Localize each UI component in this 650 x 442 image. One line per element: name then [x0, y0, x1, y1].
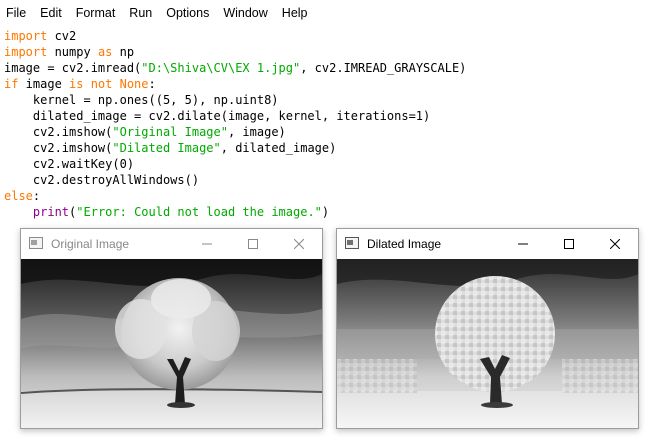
menu-edit[interactable]: Edit [34, 6, 70, 20]
close-button[interactable] [276, 229, 322, 259]
code-line: image = cv2.imread("D:\Shiva\CV\EX 1.jpg… [4, 61, 466, 75]
string-literal: "Error: Could not load the image." [76, 205, 322, 219]
tree-photo-original [21, 259, 322, 428]
menu-run[interactable]: Run [123, 6, 160, 20]
keyword: is not None [69, 77, 149, 91]
menu-format[interactable]: Format [70, 6, 124, 20]
image-display [21, 259, 322, 428]
image-display [337, 259, 638, 428]
code-line: if image is not None: [4, 77, 156, 91]
dilated-image-window[interactable]: Dilated Image [336, 228, 639, 429]
code-fragment: , cv2.IMREAD_GRAYSCALE) [300, 61, 467, 75]
code-fragment: image [18, 77, 70, 91]
tree-photo-dilated [337, 259, 638, 428]
code-line: import cv2 [4, 29, 76, 43]
string-literal: "D:\Shiva\CV\EX 1.jpg" [141, 61, 301, 75]
keyword: import [4, 29, 48, 43]
maximize-button[interactable] [230, 229, 276, 259]
code-line: import numpy as np [4, 45, 134, 59]
code-line: cv2.waitKey(0) [4, 157, 135, 171]
code-fragment: cv2 [47, 29, 77, 43]
code-fragment: , image) [227, 125, 286, 139]
code-line: cv2.imshow("Original Image", image) [4, 125, 286, 139]
maximize-icon [248, 239, 258, 249]
code-line: cv2.destroyAllWindows() [4, 173, 200, 187]
close-button[interactable] [592, 229, 638, 259]
string-literal: "Dilated Image" [112, 141, 221, 155]
keyword: import [4, 45, 48, 59]
window-app-icon [29, 237, 43, 249]
code-fragment: numpy [47, 45, 98, 59]
code-line: print("Error: Could not load the image."… [4, 205, 329, 219]
code-line: cv2.imshow("Dilated Image", dilated_imag… [4, 141, 336, 155]
keyword: if [4, 77, 19, 91]
window-app-icon [345, 237, 359, 249]
menu-window[interactable]: Window [217, 6, 275, 20]
code-fragment: cv2.imshow( [4, 125, 113, 139]
window-title: Dilated Image [367, 237, 442, 251]
code-fragment: ) [321, 205, 330, 219]
minimize-icon [202, 243, 212, 245]
window-titlebar[interactable]: Dilated Image [337, 229, 638, 259]
window-title: Original Image [51, 237, 130, 251]
minimize-icon [518, 243, 528, 245]
code-fragment: : [148, 77, 156, 91]
code-text[interactable]: import cv2 import numpy as np image = cv… [4, 28, 466, 220]
code-fragment: cv2.imshow( [4, 141, 113, 155]
maximize-icon [564, 239, 574, 249]
window-titlebar[interactable]: Original Image [21, 229, 322, 259]
code-fragment: image = cv2.imread( [4, 61, 142, 75]
menu-options[interactable]: Options [160, 6, 217, 20]
keyword: else [4, 189, 33, 203]
close-icon [294, 239, 304, 249]
code-fragment: np [112, 45, 135, 59]
menu-file[interactable]: File [0, 6, 34, 20]
code-fragment: : [32, 189, 41, 203]
original-image-window[interactable]: Original Image [20, 228, 323, 429]
code-line: kernel = np.ones((5, 5), np.uint8) [4, 93, 279, 107]
code-fragment: , dilated_image) [220, 141, 337, 155]
minimize-button[interactable] [500, 229, 546, 259]
maximize-button[interactable] [546, 229, 592, 259]
string-literal: "Original Image" [112, 125, 228, 139]
close-icon [610, 239, 620, 249]
code-line: else: [4, 189, 40, 203]
code-fragment [4, 205, 33, 219]
menu-help[interactable]: Help [276, 6, 316, 20]
menu-bar: File Edit Format Run Options Window Help [0, 0, 650, 26]
keyword: as [97, 45, 113, 59]
builtin: print [32, 205, 70, 219]
code-line: dilated_image = cv2.dilate(image, kernel… [4, 109, 431, 123]
minimize-button[interactable] [184, 229, 230, 259]
